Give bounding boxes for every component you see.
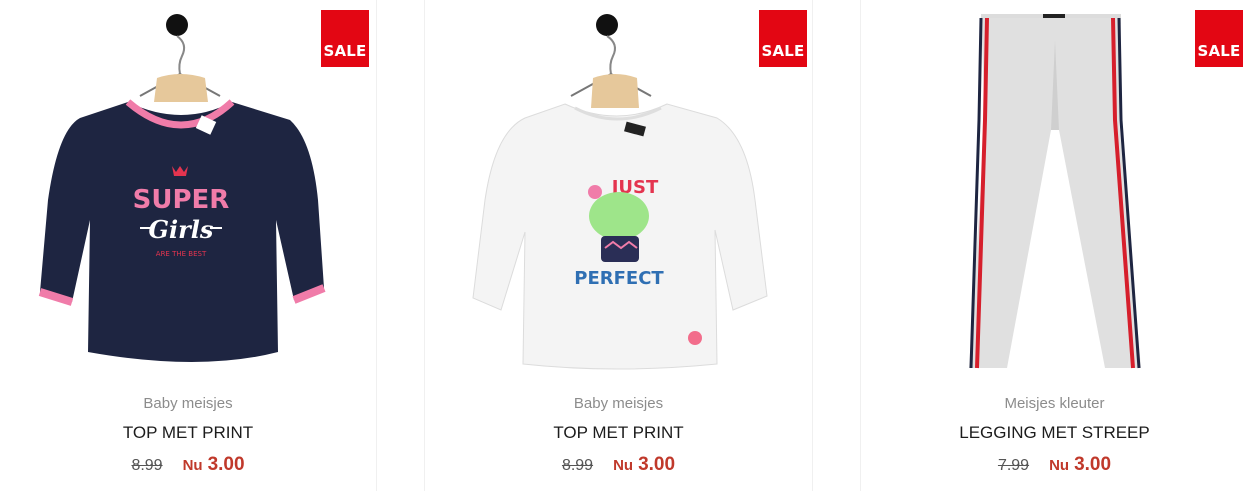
product-image[interactable]: JUST PERFECT bbox=[425, 0, 812, 380]
sale-price: 3.00 bbox=[207, 454, 245, 475]
hanger-knob-icon bbox=[596, 14, 618, 36]
sale-badge: SALE bbox=[321, 10, 369, 67]
product-card[interactable]: SUPER Girls ARE THE BEST SALE Baby meisj… bbox=[0, 0, 377, 491]
old-price: 8.99 bbox=[561, 457, 594, 474]
sale-price: 3.00 bbox=[1074, 454, 1112, 475]
price-row: 7.99 Nu 3.00 bbox=[861, 453, 1248, 477]
product-category[interactable]: Baby meisjes bbox=[0, 393, 376, 415]
product-card[interactable]: SALE Meisjes kleuter LEGGING MET STREEP … bbox=[860, 0, 1248, 491]
price-row: 8.99 Nu 3.00 bbox=[425, 453, 812, 477]
product-info: Meisjes kleuter LEGGING MET STREEP 7.99 N… bbox=[861, 393, 1248, 477]
now-label: Nu bbox=[182, 457, 203, 474]
sale-price: 3.00 bbox=[638, 454, 676, 475]
print-text-super: SUPER bbox=[133, 185, 230, 215]
sale-badge: SALE bbox=[1195, 10, 1243, 67]
print-text-girls: Girls bbox=[149, 215, 214, 244]
now-label: Nu bbox=[613, 457, 634, 474]
product-info: Baby meisjes TOP MET PRINT 8.99 Nu 3.00 bbox=[0, 393, 376, 477]
product-card[interactable]: JUST PERFECT SALE Baby meisjes TOP MET P… bbox=[424, 0, 813, 491]
print-text-best: ARE THE BEST bbox=[156, 250, 207, 258]
old-price: 8.99 bbox=[131, 457, 163, 474]
product-image[interactable] bbox=[861, 0, 1248, 380]
product-info: Baby meisjes TOP MET PRINT 8.99 Nu 3.00 bbox=[425, 393, 812, 477]
product-category[interactable]: Baby meisjes bbox=[425, 393, 812, 415]
product-title[interactable]: LEGGING MET STREEP bbox=[861, 422, 1248, 444]
print-text-perfect: PERFECT bbox=[574, 268, 664, 289]
product-image[interactable]: SUPER Girls ARE THE BEST bbox=[0, 0, 376, 380]
product-title[interactable]: TOP MET PRINT bbox=[0, 422, 376, 444]
sale-badge: SALE bbox=[759, 10, 807, 67]
old-price: 7.99 bbox=[997, 457, 1030, 474]
price-row: 8.99 Nu 3.00 bbox=[0, 453, 376, 477]
product-grid: SUPER Girls ARE THE BEST SALE Baby meisj… bbox=[0, 0, 1248, 491]
product-title[interactable]: TOP MET PRINT bbox=[425, 422, 812, 444]
hanger-knob-icon bbox=[166, 14, 188, 36]
now-label: Nu bbox=[1049, 457, 1070, 474]
product-category[interactable]: Meisjes kleuter bbox=[861, 393, 1248, 415]
